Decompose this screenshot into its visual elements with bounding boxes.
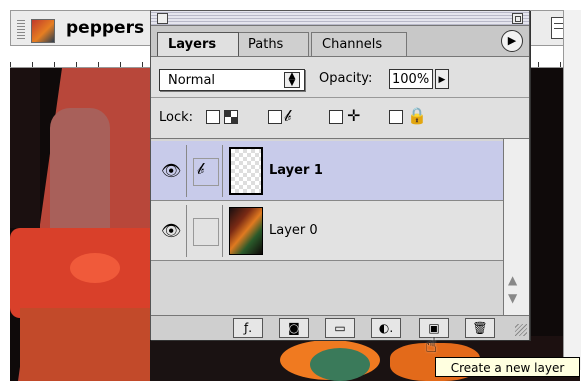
mask-icon: ◙ — [288, 321, 300, 335]
layer-row-layer-0[interactable]: 👁 Layer 0 — [151, 201, 503, 261]
scroll-down-arrow-icon[interactable]: ▼ — [508, 291, 517, 305]
canvas-shape — [70, 253, 120, 283]
document-proxy-icon — [31, 19, 55, 43]
lock-all-checkbox[interactable] — [389, 110, 403, 124]
lock-position-checkbox[interactable] — [329, 110, 343, 124]
layer-style-button[interactable]: ƒ. — [233, 318, 263, 338]
adjustment-icon: ◐. — [378, 321, 394, 335]
blend-mode-select[interactable]: Normal ▲ ▼ — [159, 69, 305, 91]
layer-thumbnail — [229, 207, 263, 255]
tab-layers[interactable]: Layers — [157, 32, 239, 56]
layers-palette: Channels Paths Layers ▶ Normal ▲ ▼ Opacit… — [150, 10, 530, 340]
opacity-slider-arrow-icon[interactable]: ▶ — [435, 69, 449, 89]
move-icon: ✛ — [347, 106, 361, 125]
palette-titlebar[interactable] — [151, 11, 529, 26]
palette-tabbar: Channels Paths Layers ▶ — [151, 26, 529, 57]
layer-name: Layer 1 — [269, 163, 323, 178]
opacity-label: Opacity: — [319, 71, 373, 86]
visibility-toggle[interactable]: 👁 — [159, 205, 187, 257]
scroll-up-arrow-icon[interactable]: ▲ — [508, 273, 517, 287]
link-cell[interactable] — [187, 205, 223, 257]
resize-grip-icon[interactable] — [515, 324, 527, 336]
tab-paths[interactable]: Paths — [237, 32, 309, 56]
add-mask-button[interactable]: ◙ — [279, 318, 309, 338]
tab-channels[interactable]: Channels — [311, 32, 407, 56]
opacity-field[interactable]: 100% — [389, 69, 433, 89]
document-scrollbar[interactable] — [563, 10, 581, 370]
lock-row: Lock: 𝒷 ✛ 🔒 — [151, 98, 529, 139]
layer-thumbnail — [229, 147, 263, 195]
trash-icon: 🗑 — [472, 321, 488, 335]
palette-close-box[interactable] — [157, 13, 168, 24]
hand-cursor-icon: ☝ — [425, 333, 438, 357]
updown-arrows-icon: ▲ ▼ — [284, 72, 300, 88]
new-layer-set-button[interactable]: ▭ — [325, 318, 355, 338]
document-title: peppers p — [66, 18, 163, 38]
link-box — [193, 218, 219, 246]
folder-icon: ▭ — [334, 321, 346, 335]
padlock-icon: 🔒 — [407, 106, 427, 125]
brush-icon: 𝒷 — [284, 106, 291, 125]
canvas-shape — [20, 308, 160, 381]
eye-icon: 👁 — [161, 221, 182, 240]
lock-transparency-checkbox[interactable] — [206, 110, 220, 124]
link-brush-cell[interactable]: 𝒷 — [187, 145, 223, 197]
layer-style-icon: ƒ. — [243, 321, 253, 335]
palette-bottom-bar: ƒ. ◙ ▭ ◐. ▣ 🗑 — [151, 315, 529, 340]
blend-mode-value: Normal — [168, 73, 216, 88]
paintbrush-icon: 𝒷 — [197, 159, 204, 178]
layers-list: 👁 𝒷 Layer 1 👁 Layer 0 — [151, 139, 503, 315]
canvas-shape — [10, 68, 40, 228]
lock-image-checkbox[interactable] — [268, 110, 282, 124]
palette-menu-arrow-icon[interactable]: ▶ — [501, 30, 523, 52]
eye-icon: 👁 — [161, 161, 182, 180]
blend-row: Normal ▲ ▼ Opacity: 100% ▶ — [151, 57, 529, 98]
transparency-icon — [224, 110, 238, 124]
tooltip: Create a new layer — [435, 357, 580, 377]
layers-scrollbar[interactable]: ▲ ▼ — [503, 139, 529, 315]
layer-name: Layer 0 — [269, 223, 318, 238]
titlebar-grip — [17, 19, 25, 39]
adjustment-layer-button[interactable]: ◐. — [371, 318, 401, 338]
palette-zoom-box[interactable] — [512, 13, 523, 24]
layer-row-layer-1[interactable]: 👁 𝒷 Layer 1 — [151, 141, 503, 201]
lock-label: Lock: — [159, 110, 194, 125]
canvas-shape — [310, 348, 370, 381]
delete-layer-button[interactable]: 🗑 — [465, 318, 495, 338]
visibility-toggle[interactable]: 👁 — [159, 145, 187, 197]
